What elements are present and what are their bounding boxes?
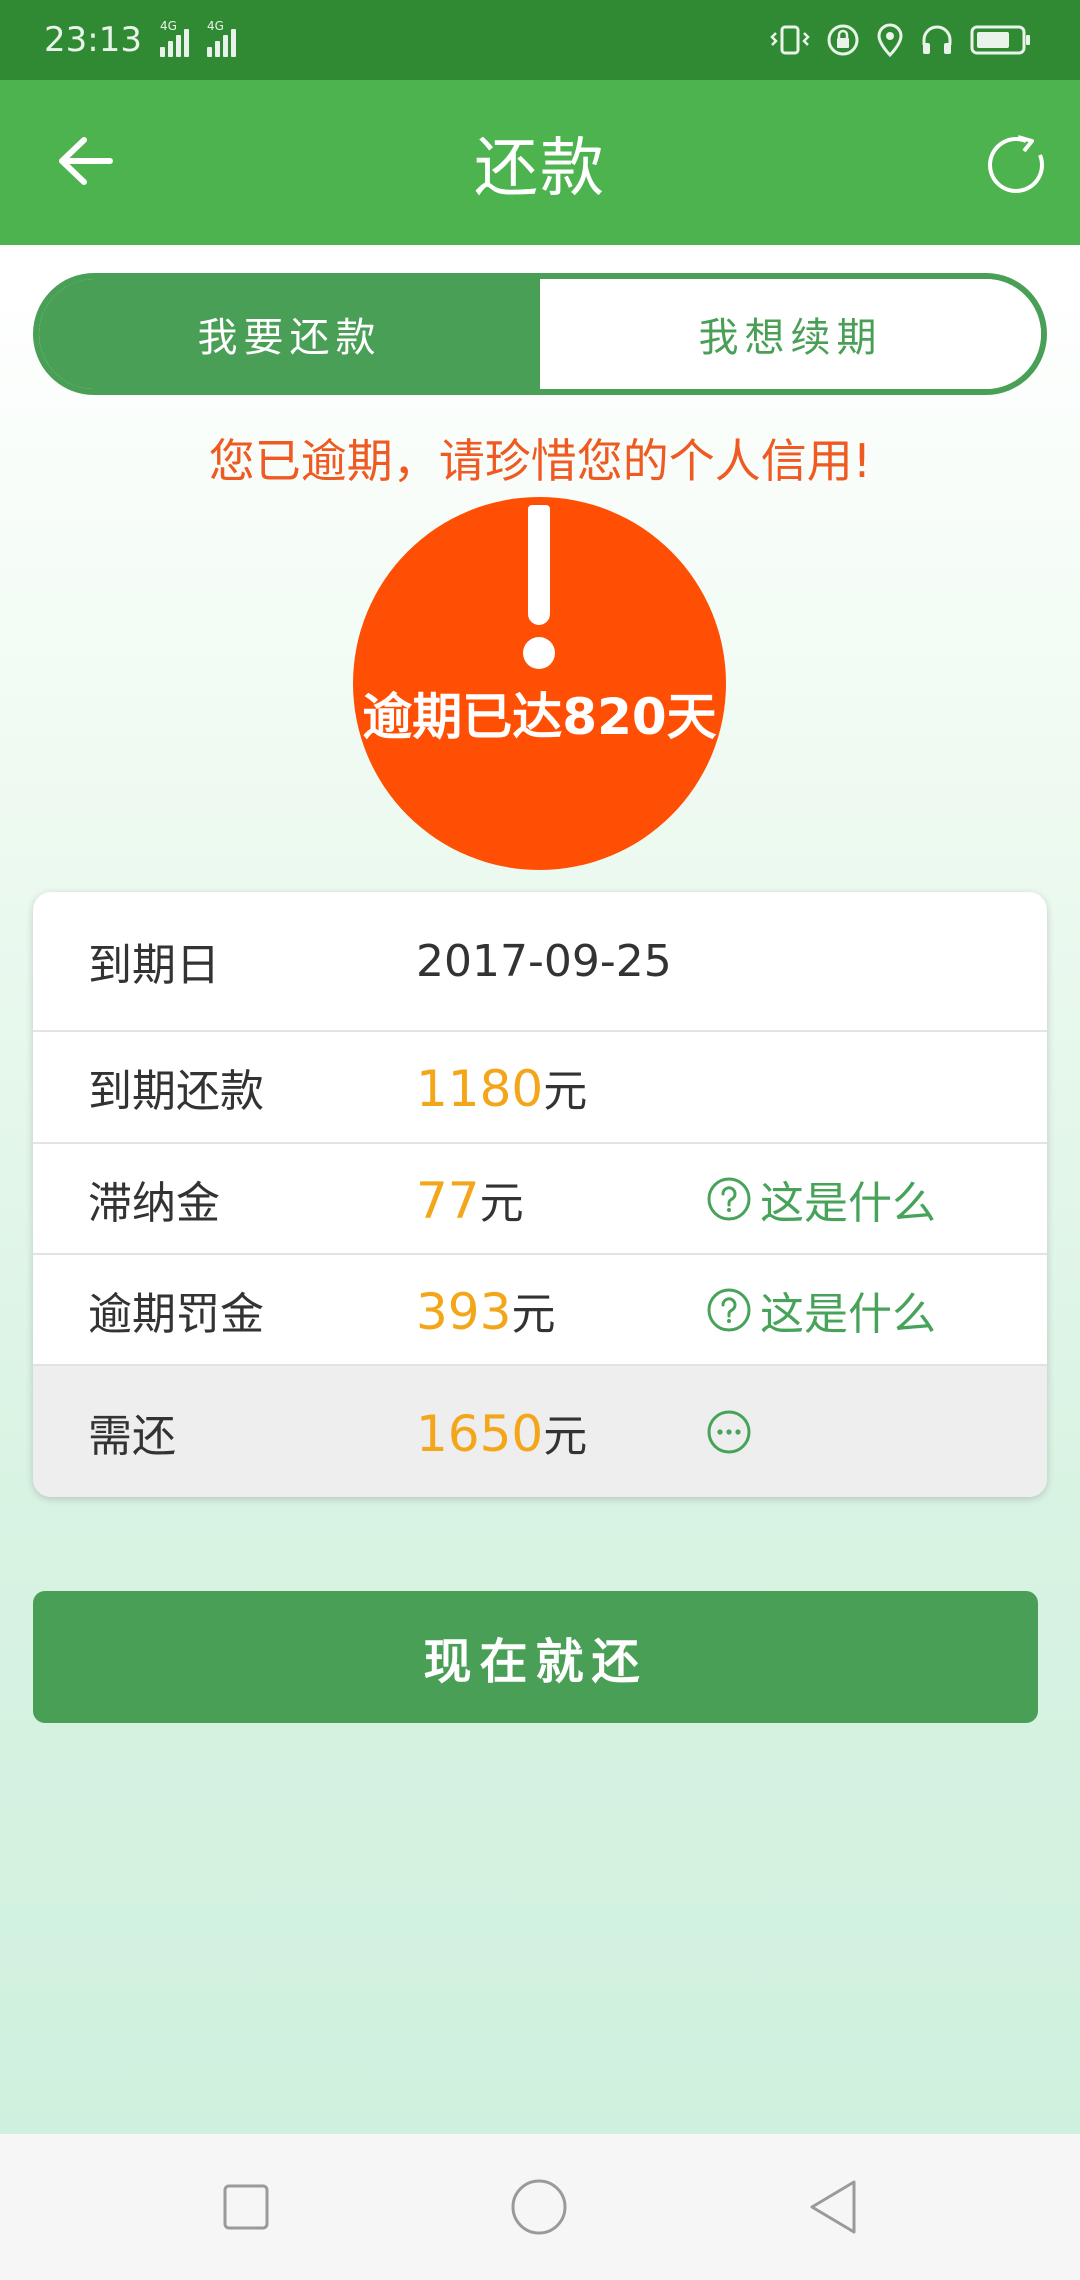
row-label: 需还 (88, 1410, 176, 1462)
repay-renew-toggle: 我要还款 我想续期 (33, 273, 1047, 395)
circle-icon (511, 2179, 567, 2235)
help-text: 这是什么 (760, 1288, 936, 1340)
network-type-1: 4G (159, 19, 177, 33)
vibrate-icon (770, 25, 810, 55)
penalty-value: 393元 (416, 1282, 556, 1341)
triangle-back-icon (810, 2180, 856, 2234)
system-nav-bar (0, 2134, 1080, 2280)
row-due-date: 到期日 2017-09-25 (33, 892, 1047, 1032)
overdue-alert-circle: 逾期已达820天 (353, 497, 726, 870)
location-icon (877, 23, 903, 57)
status-bar: 23:13 4G 4G (0, 0, 1080, 80)
row-due-amount: 到期还款 1180元 (33, 1032, 1047, 1144)
repayment-details-card: 到期日 2017-09-25 到期还款 1180元 滞纳金 77元 这是什么 逾… (33, 892, 1047, 1497)
square-icon (223, 2184, 269, 2230)
recents-button[interactable] (213, 2174, 279, 2240)
network-type-2: 4G (206, 19, 224, 33)
late-fee-value: 77元 (416, 1171, 524, 1230)
late-fee-help-link[interactable]: 这是什么 (706, 1167, 936, 1231)
row-late-fee: 滞纳金 77元 这是什么 (33, 1144, 1047, 1255)
refresh-icon (988, 135, 1044, 193)
more-details-button[interactable] (706, 1409, 752, 1455)
penalty-help-link[interactable]: 这是什么 (706, 1278, 936, 1342)
due-date-value: 2017-09-25 (416, 935, 672, 987)
signal-icon-1: 4G (159, 19, 189, 57)
headphones-icon (922, 25, 952, 54)
help-text: 这是什么 (760, 1177, 936, 1229)
question-circle-icon (707, 1177, 751, 1220)
lock-rotation-icon (827, 24, 859, 56)
due-amount-value: 1180元 (416, 1060, 588, 1118)
tab-repay[interactable]: 我要还款 (39, 279, 540, 389)
exclamation-icon (528, 505, 550, 625)
row-label: 到期还款 (88, 1066, 264, 1117)
row-label: 滞纳金 (88, 1177, 220, 1229)
pay-now-button[interactable]: 现在就还 (33, 1591, 1038, 1723)
status-time: 23:13 (44, 20, 142, 60)
row-label: 到期日 (88, 940, 220, 991)
status-right (770, 23, 1032, 57)
row-overdue-penalty: 逾期罚金 393元 这是什么 (33, 1255, 1047, 1366)
overdue-days-text: 逾期已达820天 (362, 688, 717, 746)
signal-icon-2: 4G (206, 19, 236, 57)
question-circle-icon (707, 1288, 751, 1331)
total-due-value: 1650元 (416, 1404, 588, 1463)
page-title: 还款 (474, 131, 606, 206)
tab-renew[interactable]: 我想续期 (540, 279, 1041, 389)
back-nav-button[interactable] (800, 2174, 866, 2240)
title-bar: 还款 (0, 80, 1080, 245)
row-label: 逾期罚金 (88, 1288, 264, 1340)
home-button[interactable] (506, 2174, 572, 2240)
status-left: 23:13 4G 4G (44, 19, 236, 60)
overdue-warning: 您已逾期，请珍惜您的个人信用! (208, 434, 872, 488)
battery-icon (970, 25, 1030, 55)
exclamation-dot (523, 637, 555, 669)
row-total-due: 需还 1650元 (33, 1366, 1047, 1497)
refresh-button[interactable] (980, 125, 1060, 205)
more-dots-icon (707, 1410, 751, 1453)
